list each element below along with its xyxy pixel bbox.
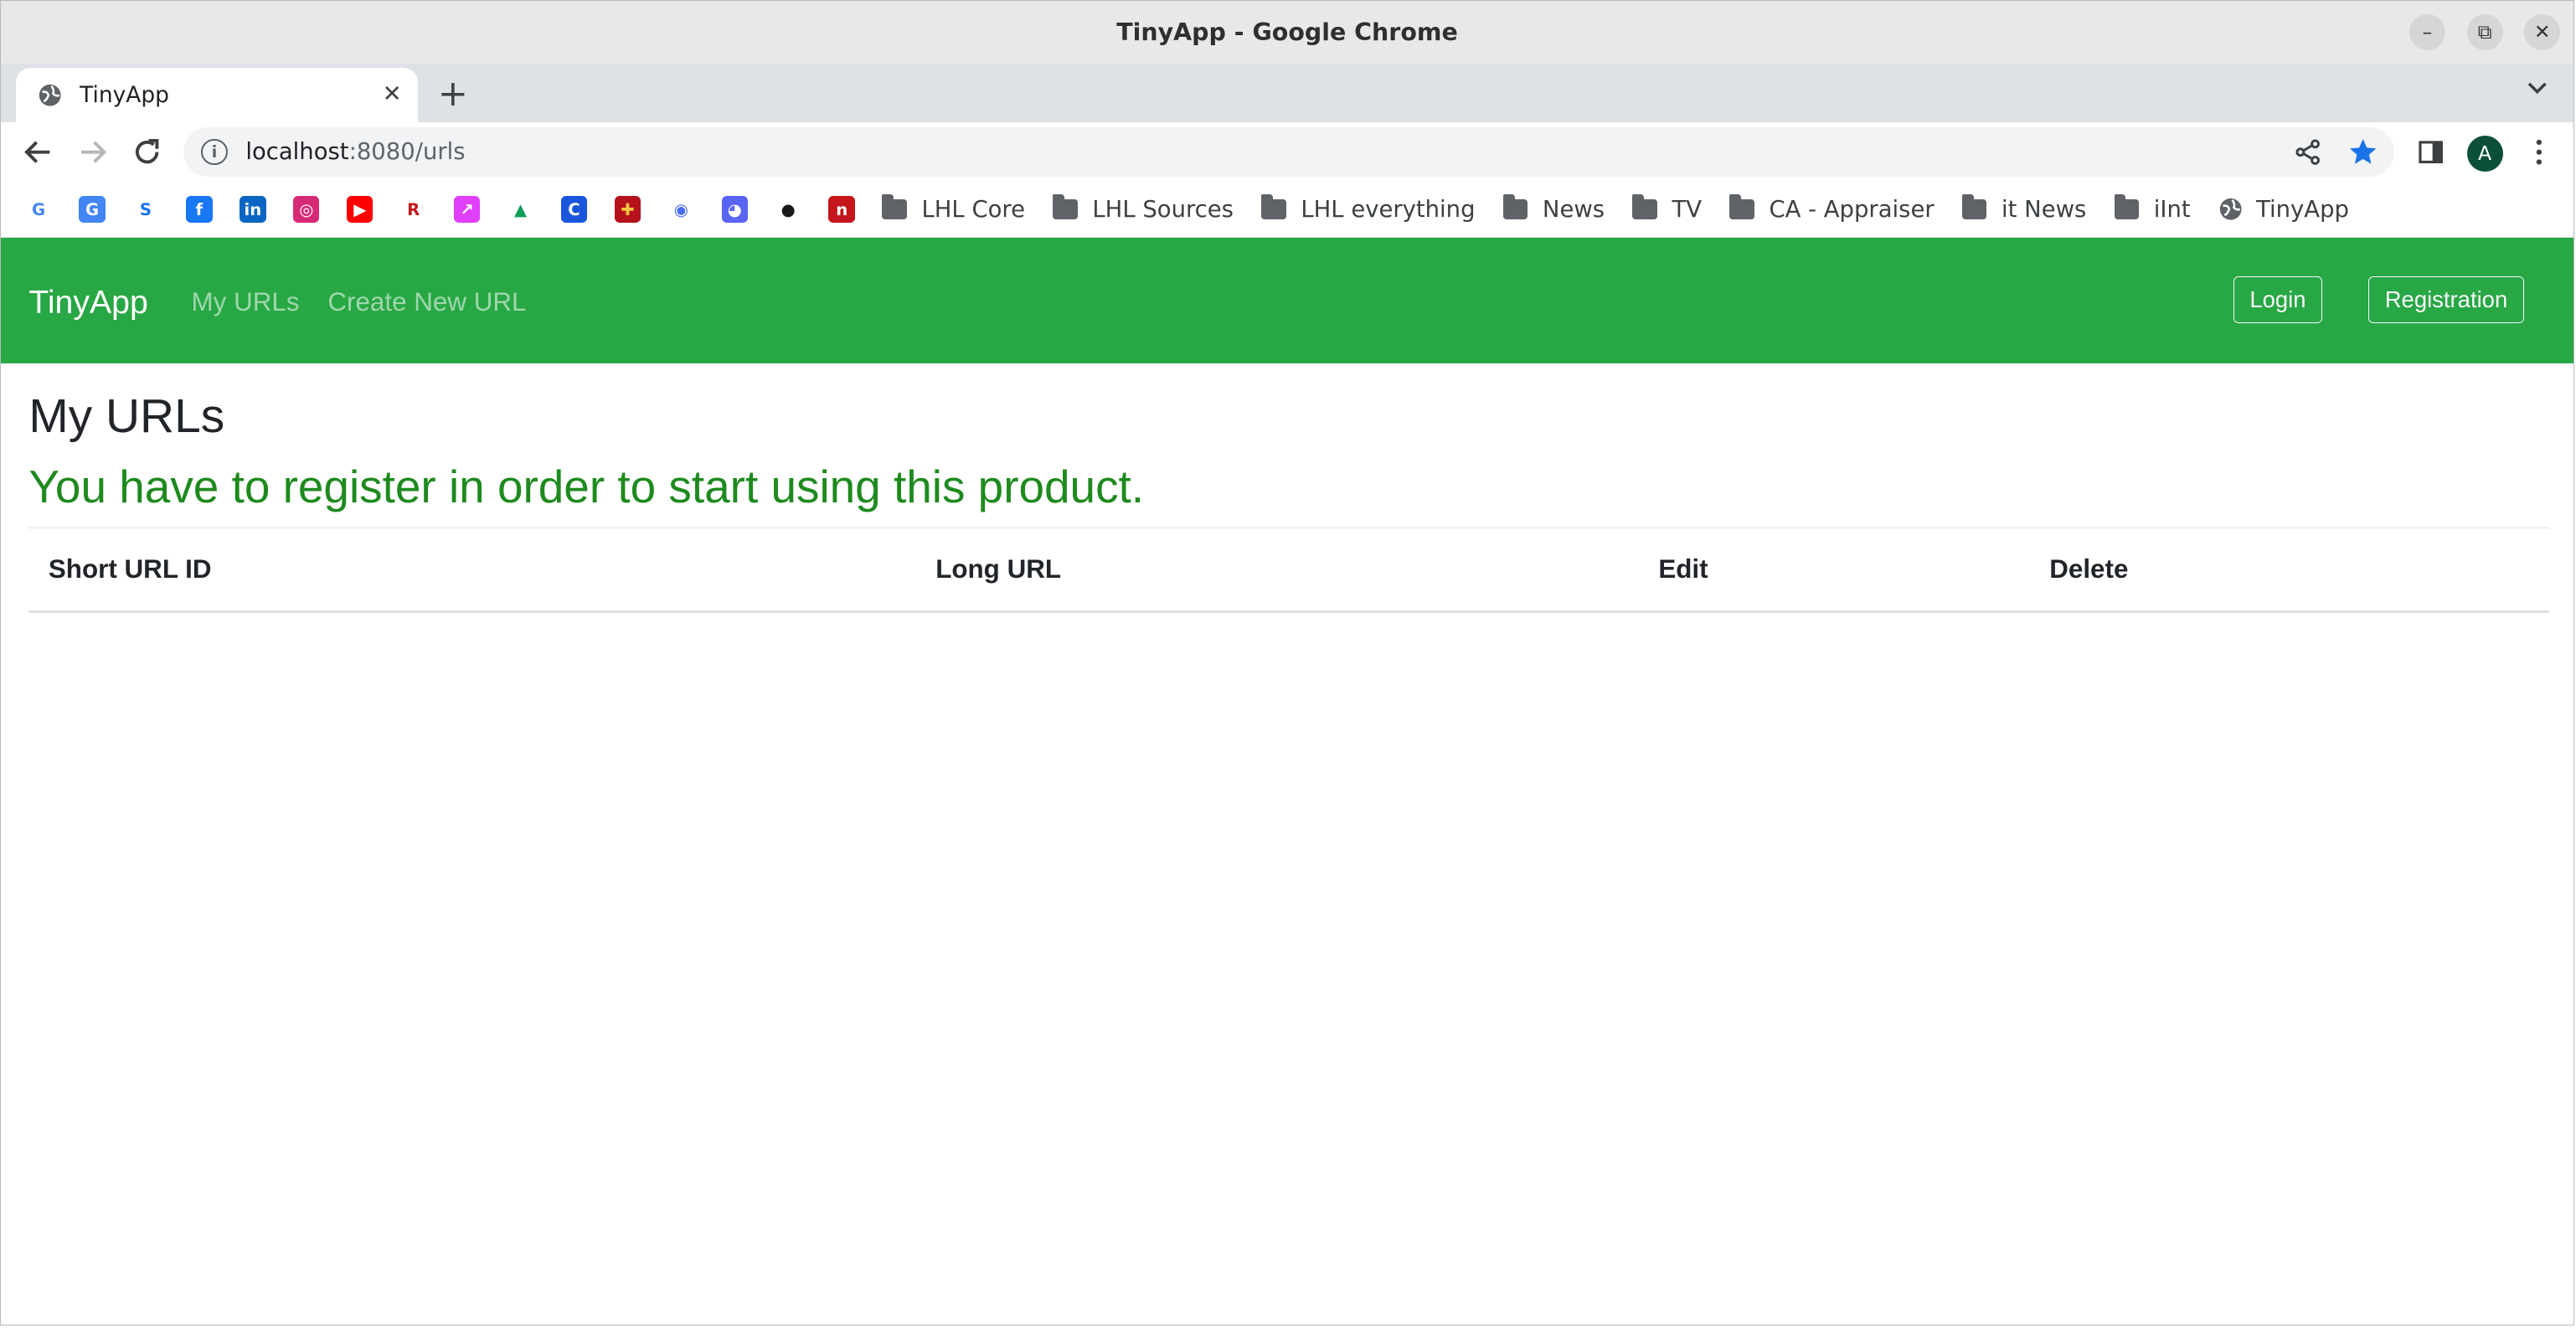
c-circle-icon[interactable]: C [560, 196, 588, 223]
fingerprint-icon[interactable]: ◉ [667, 196, 695, 223]
bookmark-tinyapp[interactable]: TinyApp [2218, 197, 2349, 223]
forward-icon[interactable] [76, 136, 109, 168]
column-long-url: Long URL [935, 554, 1062, 584]
youtube-icon[interactable]: ▶ [347, 196, 374, 223]
bookmark-label: iInt [2153, 196, 2191, 223]
bookmark-red-icon[interactable]: R [399, 196, 427, 223]
profile-avatar[interactable]: A [2466, 135, 2503, 172]
folder-icon [1502, 194, 1528, 219]
bookmark-folder[interactable]: TV [1632, 194, 1703, 223]
restore-icon[interactable]: ⧉ [2466, 13, 2503, 50]
window-controls: – ⧉ ✕ [2409, 13, 2561, 50]
folder-icon [1053, 194, 1078, 219]
bookmark-folder[interactable]: CA - Appraiser [1729, 194, 1935, 223]
app-navbar: TinyApp My URLs Create New URL Login Reg… [1, 238, 2574, 363]
globe-icon [37, 82, 63, 108]
title-bar: TinyApp - Google Chrome – ⧉ ✕ [1, 1, 2574, 64]
bookmark-label: it News [2002, 196, 2087, 223]
browser-toolbar: i localhost:8080/urls A [1, 122, 2574, 182]
close-tab-icon[interactable]: ✕ [383, 81, 402, 107]
github-icon[interactable]: ● [775, 196, 801, 223]
bookmark-label: TV [1672, 196, 1703, 223]
folder-icon [1632, 194, 1657, 219]
bookmark-label: LHL Core [921, 196, 1025, 223]
tab-tinyapp[interactable]: TinyApp ✕ [15, 68, 419, 123]
side-panel-icon[interactable] [2416, 137, 2445, 167]
bookmark-folder[interactable]: iInt [2114, 194, 2191, 223]
url-text: localhost:8080/urls [245, 138, 466, 165]
scribe-icon[interactable]: S [132, 196, 159, 223]
chevron-down-icon[interactable] [2526, 76, 2548, 106]
bookmark-label: LHL Sources [1092, 196, 1234, 223]
facebook-icon[interactable]: f [186, 196, 213, 223]
google-icon[interactable]: G [25, 196, 52, 223]
login-button[interactable]: Login [2233, 275, 2322, 324]
close-window-icon[interactable]: ✕ [2524, 13, 2561, 50]
discord-icon[interactable]: ◕ [721, 196, 748, 223]
column-delete: Delete [2049, 554, 2129, 584]
minimize-icon[interactable]: – [2409, 13, 2446, 50]
bookmark-folder[interactable]: LHL everything [1261, 194, 1476, 223]
column-short-url-id: Short URL ID [48, 554, 212, 584]
registration-button[interactable]: Registration [2367, 275, 2525, 324]
star-icon[interactable] [2348, 137, 2378, 167]
gradient-app-icon[interactable]: ↗ [453, 196, 481, 223]
folder-icon [1729, 194, 1754, 219]
bookmark-icons: G G Sf in ◎ ▶ R ↗ ▲ C ✚ ◉ ◕ ● n [25, 196, 882, 223]
reload-icon[interactable] [131, 136, 163, 168]
bookmark-label: LHL everything [1301, 196, 1476, 223]
new-tab-icon[interactable]: + [438, 73, 468, 115]
register-message: You have to register in order to start u… [28, 461, 1145, 513]
page-title: My URLs [28, 389, 225, 443]
bookmark-label: TinyApp [2256, 196, 2349, 223]
google-translate-icon[interactable]: G [79, 196, 106, 223]
address-bar[interactable]: i localhost:8080/urls [183, 127, 2395, 177]
folder-icon [882, 194, 907, 219]
n-box-icon[interactable]: n [828, 196, 855, 223]
tab-strip: TinyApp ✕ + [1, 63, 2574, 123]
folder-icon [1961, 194, 1987, 219]
bookmarks-bar: G G Sf in ◎ ▶ R ↗ ▲ C ✚ ◉ ◕ ● n LHL Core LHL Sources LHL… [1, 181, 2574, 239]
nav-my-urls[interactable]: My URLs [192, 287, 300, 317]
google-drive-icon[interactable]: ▲ [507, 196, 534, 223]
bookmark-label: News [1542, 196, 1605, 223]
brand-link[interactable]: TinyApp [28, 284, 147, 322]
bookmark-folder[interactable]: News [1502, 194, 1605, 223]
folder-icon [1261, 194, 1286, 219]
linkedin-icon[interactable]: in [240, 196, 266, 223]
bookmark-folder[interactable]: LHL Sources [1053, 194, 1234, 223]
back-icon[interactable] [23, 136, 55, 168]
bookmark-folder[interactable]: it News [1961, 194, 2087, 223]
instagram-icon[interactable]: ◎ [293, 196, 320, 223]
globe-icon [2218, 197, 2243, 221]
bookmark-folder[interactable]: LHL Core [882, 194, 1025, 223]
tab-title: TinyApp [80, 82, 169, 109]
site-info-icon[interactable]: i [201, 138, 228, 166]
share-icon[interactable] [2295, 137, 2324, 167]
browser-window: TinyApp - Google Chrome – ⧉ ✕ TinyApp ✕ … [0, 0, 2575, 1326]
menu-dots-icon[interactable] [2524, 137, 2553, 167]
shield-crest-icon[interactable]: ✚ [614, 196, 641, 223]
folder-icon [2114, 194, 2140, 219]
window-title: TinyApp - Google Chrome [1116, 18, 1458, 46]
nav-create-new-url[interactable]: Create New URL [327, 287, 526, 317]
urls-table-header: Short URL ID Long URL Edit Delete [28, 527, 2549, 613]
bookmark-folders: LHL Core LHL Sources LHL everything News TV C… [882, 194, 2218, 223]
column-edit: Edit [1658, 554, 1708, 584]
bookmark-label: CA - Appraiser [1769, 196, 1935, 223]
